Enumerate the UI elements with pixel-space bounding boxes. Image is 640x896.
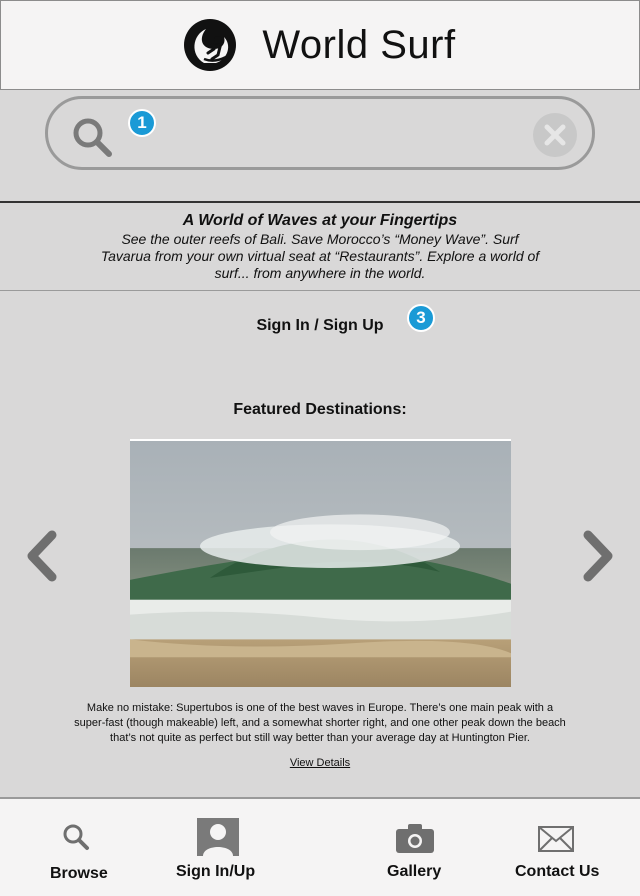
tab-browse[interactable]: Browse xyxy=(40,799,120,896)
main-content: Sign In / Sign Up 3 Featured Destination… xyxy=(0,291,640,797)
bottom-tab-bar: Browse Sign In/Up Gallery Contact Us xyxy=(0,797,640,896)
wave-surfer-logo xyxy=(184,19,237,71)
tab-label: Contact Us xyxy=(515,863,600,880)
tab-label: Gallery xyxy=(387,863,442,880)
annotation-badge: 1 xyxy=(128,109,156,137)
sign-in-link[interactable]: Sign In / Sign Up xyxy=(0,317,640,335)
search-bar[interactable] xyxy=(45,96,595,170)
chevron-right-icon[interactable] xyxy=(580,529,616,583)
user-icon xyxy=(197,818,239,856)
camera-icon xyxy=(396,824,434,853)
mail-icon xyxy=(538,826,574,852)
tagline-heading: A World of Waves at your Fingertips xyxy=(182,212,458,229)
app-title: World Surf xyxy=(262,22,456,67)
tab-sign-in[interactable]: Sign In/Up xyxy=(172,799,262,896)
tagline-body: See the outer reefs of Bali. Save Morocc… xyxy=(100,231,540,281)
tab-label: Sign In/Up xyxy=(176,863,256,880)
annotation-badge: 3 xyxy=(407,304,435,332)
search-input[interactable] xyxy=(118,113,518,155)
search-icon xyxy=(63,824,89,850)
featured-destinations-title: Featured Destinations: xyxy=(233,401,407,418)
tagline-section: A World of Waves at your Fingertips See … xyxy=(0,203,640,291)
chevron-left-icon[interactable] xyxy=(24,529,60,583)
destination-description: Make no mistake: Supertubos is one of th… xyxy=(74,702,566,744)
tab-contact[interactable]: Contact Us xyxy=(510,799,610,896)
clear-icon[interactable] xyxy=(532,112,578,158)
view-details-link[interactable]: View Details xyxy=(0,757,640,769)
search-icon xyxy=(73,118,112,157)
tab-gallery[interactable]: Gallery xyxy=(380,799,450,896)
tab-label: Browse xyxy=(50,865,108,882)
app-header: World Surf xyxy=(0,0,640,90)
featured-destination-image[interactable] xyxy=(130,439,511,687)
search-section: 1 xyxy=(0,90,640,203)
